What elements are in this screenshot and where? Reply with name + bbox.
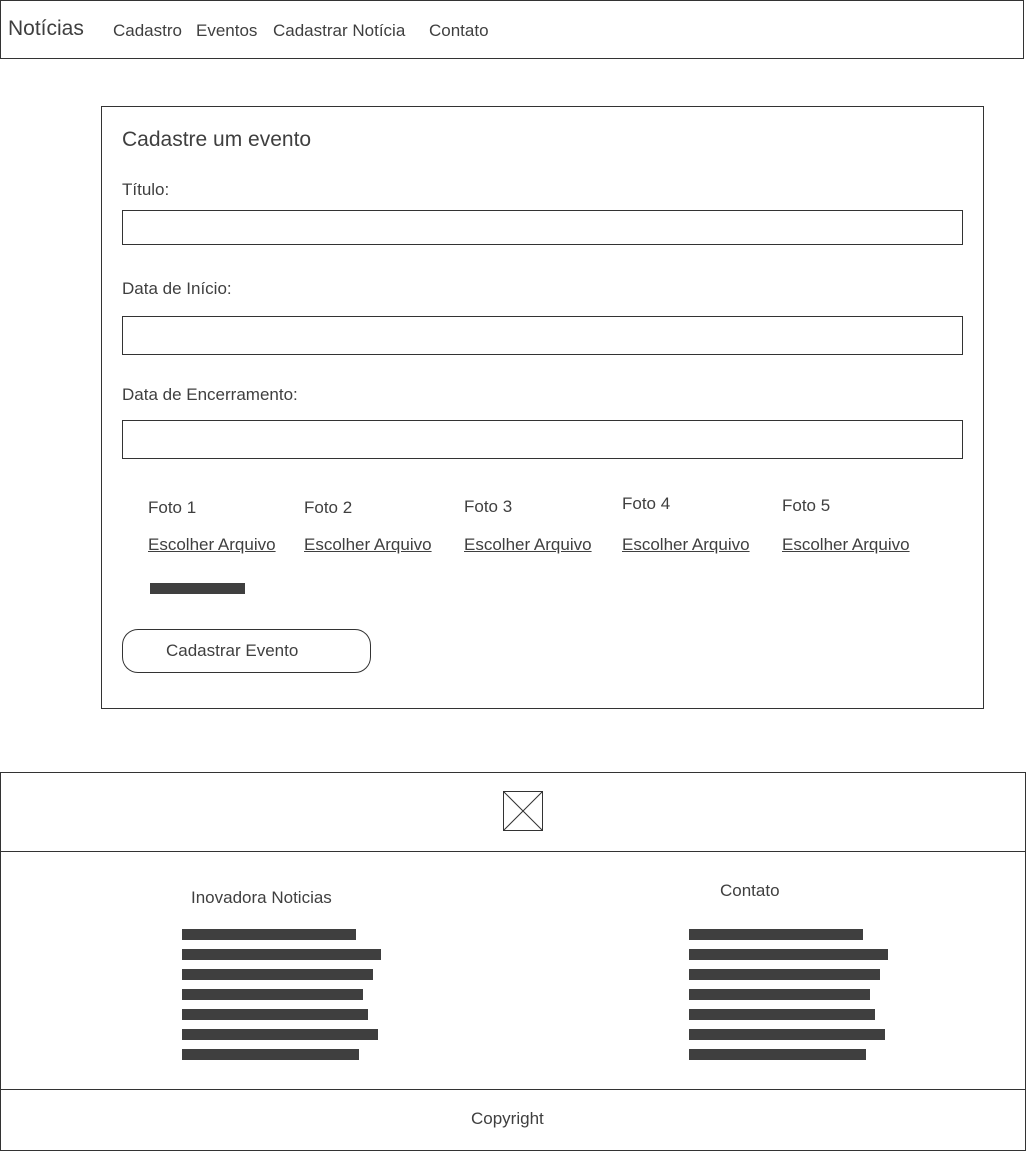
end-date-label: Data de Encerramento: — [122, 385, 298, 404]
nav-link-cadastro[interactable]: Cadastro — [113, 21, 182, 41]
title-input[interactable] — [122, 210, 963, 245]
photo-2-choose-file-link[interactable]: Escolher Arquivo — [304, 535, 432, 555]
title-label: Título: — [122, 180, 170, 199]
nav-link-cadastrar-noticia[interactable]: Cadastrar Notícia — [273, 21, 405, 41]
footer-about-title: Inovadora Noticias — [191, 888, 332, 907]
photo-1-choose-file-link[interactable]: Escolher Arquivo — [148, 535, 276, 555]
footer-contact-text-line — [689, 969, 880, 980]
footer-contact-text-line — [689, 989, 870, 1000]
copyright-text: Copyright — [471, 1109, 544, 1128]
footer-contact-text-line — [689, 1009, 875, 1020]
nav-link-contato[interactable]: Contato — [429, 21, 489, 41]
photo-4-label: Foto 4 — [622, 494, 671, 513]
footer-about-text-line — [182, 1049, 359, 1060]
photo-4-choose-file-link[interactable]: Escolher Arquivo — [622, 535, 750, 555]
start-date-label: Data de Início: — [122, 279, 232, 298]
photo-5-label: Foto 5 — [782, 496, 831, 515]
photo-2-label: Foto 2 — [304, 498, 353, 517]
form-title: Cadastre um evento — [122, 128, 312, 151]
footer-about-text-line — [182, 989, 363, 1000]
nav-link-eventos[interactable]: Eventos — [196, 21, 257, 41]
submit-event-button[interactable]: Cadastrar Evento — [122, 629, 371, 673]
photo-3-choose-file-link[interactable]: Escolher Arquivo — [464, 535, 592, 555]
end-date-input[interactable] — [122, 420, 963, 459]
event-form-panel — [101, 106, 984, 709]
footer-about-text-line — [182, 969, 373, 980]
brand-title[interactable]: Notícias — [8, 17, 84, 41]
footer-contact-text-line — [689, 949, 888, 960]
footer-about-text-line — [182, 929, 356, 940]
footer-about-text-line — [182, 1009, 368, 1020]
footer-contact-text-line — [689, 1049, 866, 1060]
photo-1-label: Foto 1 — [148, 498, 197, 517]
footer-contact-text-line — [689, 929, 863, 940]
start-date-input[interactable] — [122, 316, 963, 355]
photo-5-choose-file-link[interactable]: Escolher Arquivo — [782, 535, 910, 555]
image-placeholder-icon — [503, 791, 543, 831]
footer-about-text-line — [182, 949, 381, 960]
footer-about-text-line — [182, 1029, 378, 1040]
footer-contact-text-line — [689, 1029, 885, 1040]
footer-contact-title: Contato — [720, 881, 780, 900]
upload-placeholder-bar — [150, 583, 245, 594]
photo-3-label: Foto 3 — [464, 497, 513, 516]
